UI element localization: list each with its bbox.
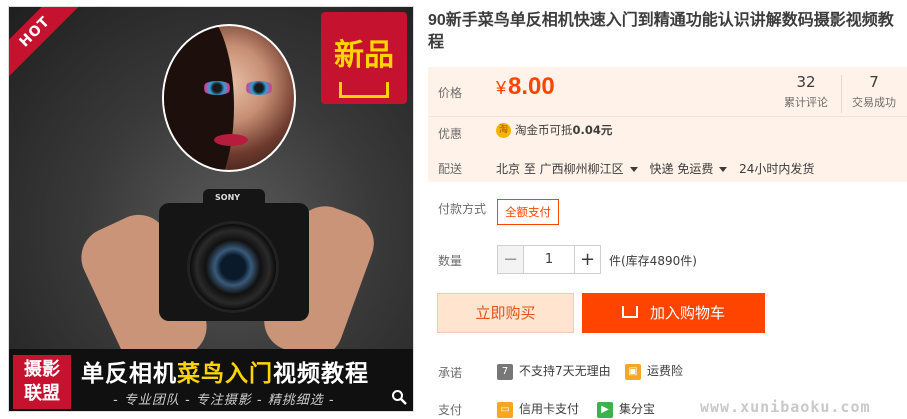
no-return-text: 不支持7天无理由 — [519, 364, 611, 378]
product-title: 90新手菜鸟单反相机快速入门到精通功能认识讲解数码摄影视频教程 — [428, 12, 894, 51]
portrait-hair — [164, 26, 234, 170]
camera-brand-label: SONY — [215, 193, 241, 202]
portrait-right-eye — [244, 81, 274, 95]
banner-tag: 摄影 联盟 — [13, 355, 71, 409]
insurance-icon: ▣ — [625, 363, 641, 380]
jifenbao-method[interactable]: ▶ 集分宝 — [597, 400, 655, 418]
new-product-badge: 新品 — [321, 12, 407, 104]
sales-stat: 7 交易成功 — [841, 73, 907, 110]
reviews-label: 累计评论 — [784, 96, 828, 109]
image-banner: 摄影 联盟 单反相机菜鸟入门视频教程 - 专业团队 - 专注摄影 - 精挑细选 … — [9, 349, 413, 411]
reviews-stat[interactable]: 32 累计评论 — [773, 73, 839, 110]
shipping-label: 配送 — [438, 162, 463, 176]
credit-card-icon: ▭ — [497, 401, 513, 418]
banner-title-part2: 视频教程 — [273, 361, 369, 387]
camera-graphic: SONY — [159, 189, 309, 321]
buy-now-button[interactable]: 立即购买 — [437, 293, 574, 333]
ship-to-value: 广西柳州柳江区 — [539, 162, 624, 176]
product-main-image[interactable]: HOT 新品 SONY 摄影 联盟 单反相机菜鸟入门视频教程 - 专业团队 - … — [8, 6, 414, 412]
promise-label: 承诺 — [438, 366, 463, 380]
no-return-promise[interactable]: 7 不支持7天无理由 — [497, 362, 611, 380]
banner-subtitle: - 专业团队 - 专注摄影 - 精挑细选 - — [113, 393, 335, 408]
no-return-icon: 7 — [497, 363, 513, 380]
site-watermark: www.xunibaoku.com — [700, 398, 871, 416]
price-divider — [428, 116, 907, 117]
insurance-text: 运费险 — [647, 364, 684, 378]
banner-title: 单反相机菜鸟入门视频教程 — [81, 354, 369, 388]
cart-icon — [621, 305, 638, 318]
quantity-input[interactable]: 1 — [524, 245, 574, 274]
shipping-insurance-promise[interactable]: ▣ 运费险 — [625, 362, 683, 380]
price-amount: 8.00 — [508, 73, 555, 100]
promo-text: 淘金币可抵 — [515, 123, 573, 137]
jifenbao-text: 集分宝 — [619, 402, 656, 416]
currency-symbol: ¥ — [496, 78, 507, 98]
zoom-icon[interactable] — [391, 389, 407, 405]
ship-from: 北京 至 — [496, 162, 536, 176]
quantity-decrease-button[interactable]: − — [497, 245, 524, 274]
price-label: 价格 — [438, 86, 463, 100]
cart-graphic-icon — [339, 82, 389, 98]
chevron-down-icon — [719, 167, 728, 172]
promo-info: 淘淘金币可抵0.04元 — [496, 122, 612, 138]
sales-count: 7 — [869, 73, 879, 91]
camera-lens — [187, 221, 279, 313]
promo-amount: 0.04元 — [572, 123, 613, 137]
sales-label: 交易成功 — [852, 96, 896, 109]
banner-title-part1: 单反相机 — [81, 361, 177, 387]
ship-to-select[interactable]: 广西柳州柳江区 — [540, 162, 646, 176]
banner-tag-line1: 摄影 — [24, 359, 60, 380]
price-value: ¥8.00 — [496, 73, 555, 101]
ship-method-select[interactable]: 快递 免运费 — [650, 162, 736, 176]
dispatch-time: 24小时内发货 — [739, 162, 815, 176]
new-product-label: 新品 — [334, 38, 394, 73]
portrait-left-eye — [202, 81, 232, 95]
quantity-increase-button[interactable]: + — [574, 245, 601, 274]
quantity-label: 数量 — [438, 254, 463, 268]
banner-title-highlight: 菜鸟入门 — [177, 361, 273, 387]
quantity-stepper: − 1 + — [497, 245, 601, 274]
chevron-down-icon — [629, 167, 638, 172]
add-to-cart-label: 加入购物车 — [649, 304, 725, 322]
credit-card-text: 信用卡支付 — [519, 402, 580, 416]
payment-label: 付款方式 — [438, 202, 487, 216]
portrait-lips — [214, 134, 248, 146]
stock-info: 件(库存4890件) — [609, 254, 697, 268]
taobao-coin-icon: 淘 — [496, 123, 511, 138]
add-to-cart-button[interactable]: 加入购物车 — [582, 293, 765, 333]
pay-methods-label: 支付 — [438, 403, 463, 417]
ship-method-value: 快递 免运费 — [649, 162, 714, 176]
full-payment-option[interactable]: 全额支付 — [497, 199, 559, 225]
shipping-info: 北京 至 广西柳州柳江区 快递 免运费 24小时内发货 — [496, 160, 814, 177]
banner-tag-line2: 联盟 — [24, 383, 60, 404]
credit-card-method[interactable]: ▭ 信用卡支付 — [497, 400, 579, 418]
jifenbao-icon: ▶ — [597, 401, 613, 418]
model-portrait — [162, 24, 296, 172]
promo-label: 优惠 — [438, 127, 463, 141]
reviews-count: 32 — [796, 73, 816, 91]
